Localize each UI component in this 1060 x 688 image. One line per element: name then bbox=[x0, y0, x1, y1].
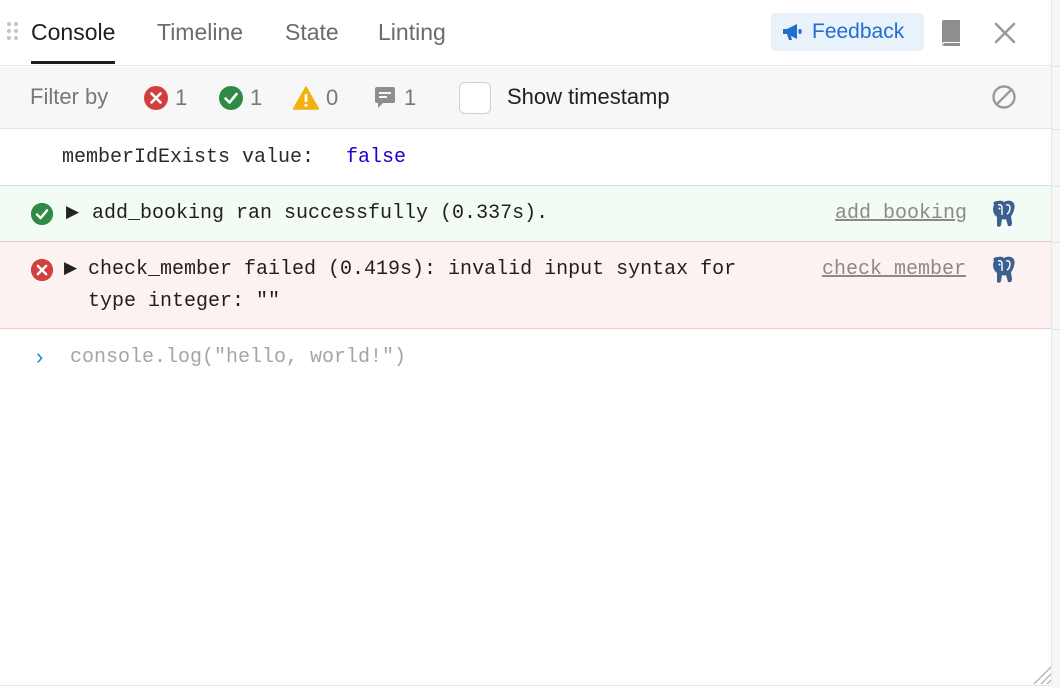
postgres-icon bbox=[993, 200, 1015, 227]
filter-errors[interactable]: 1 bbox=[143, 67, 187, 129]
panel-header: Console Timeline State Linting Feedback bbox=[0, 0, 1051, 66]
filter-bar: Filter by 1 1 0 1 Show timestamp bbox=[0, 67, 1051, 129]
tab-timeline[interactable]: Timeline bbox=[157, 0, 243, 66]
error-count: 1 bbox=[175, 85, 188, 110]
success-count: 1 bbox=[250, 85, 263, 110]
filter-warnings[interactable]: 0 bbox=[292, 67, 338, 129]
postgres-icon bbox=[993, 256, 1015, 283]
log-message: add_booking ran successfully (0.337s). bbox=[92, 202, 549, 225]
console-panel: Console Timeline State Linting Feedback … bbox=[0, 0, 1052, 686]
error-icon bbox=[144, 86, 168, 110]
feedback-label: Feedback bbox=[812, 20, 905, 43]
source-link-add-booking[interactable]: add_booking bbox=[835, 202, 967, 225]
feedback-button[interactable]: Feedback bbox=[771, 13, 924, 51]
edge-divider bbox=[1052, 186, 1060, 187]
tab-linting[interactable]: Linting bbox=[378, 0, 446, 66]
log-row-error: ▶ check_member failed (0.419s): invalid … bbox=[0, 242, 1051, 329]
success-icon bbox=[30, 202, 54, 226]
log-row-success: ▶ add_booking ran successfully (0.337s).… bbox=[0, 186, 1051, 242]
console-prompt-icon: › bbox=[36, 344, 44, 369]
filter-success[interactable]: 1 bbox=[218, 67, 262, 129]
log-row-plain: memberIdExists value: false bbox=[0, 130, 1051, 186]
edge-divider bbox=[1052, 242, 1060, 243]
show-timestamp-label: Show timestamp bbox=[507, 84, 670, 109]
edge-divider bbox=[1052, 329, 1060, 330]
filter-info[interactable]: 1 bbox=[372, 67, 416, 129]
log-message-line-1: check_member failed (0.419s): invalid in… bbox=[88, 258, 737, 281]
warning-icon bbox=[292, 86, 320, 110]
megaphone-icon bbox=[783, 24, 802, 40]
clear-icon[interactable] bbox=[991, 84, 1017, 110]
log-text: memberIdExists value: bbox=[62, 146, 315, 169]
grip-icon[interactable] bbox=[7, 22, 21, 44]
success-icon bbox=[219, 86, 243, 110]
log-message-line-2: type integer: "" bbox=[88, 290, 281, 313]
filter-label: Filter by bbox=[30, 84, 109, 109]
tab-state[interactable]: State bbox=[285, 0, 339, 66]
expand-caret[interactable]: ▶ bbox=[66, 202, 79, 222]
source-link-check-member[interactable]: check_member bbox=[822, 258, 966, 281]
resize-grip-icon[interactable] bbox=[1030, 665, 1052, 685]
warning-count: 0 bbox=[326, 85, 339, 110]
info-count: 1 bbox=[404, 85, 417, 110]
background-edge bbox=[1052, 0, 1060, 688]
expand-caret[interactable]: ▶ bbox=[64, 258, 77, 278]
edge-divider bbox=[1052, 129, 1060, 130]
edge-divider bbox=[1052, 66, 1060, 67]
comment-icon bbox=[375, 87, 395, 108]
show-timestamp-checkbox[interactable] bbox=[459, 82, 491, 114]
tab-console[interactable]: Console bbox=[31, 0, 116, 66]
close-icon[interactable] bbox=[990, 18, 1020, 48]
error-icon bbox=[30, 258, 54, 282]
log-value: false bbox=[346, 146, 407, 169]
console-input[interactable] bbox=[70, 342, 970, 372]
book-icon[interactable] bbox=[938, 19, 964, 47]
